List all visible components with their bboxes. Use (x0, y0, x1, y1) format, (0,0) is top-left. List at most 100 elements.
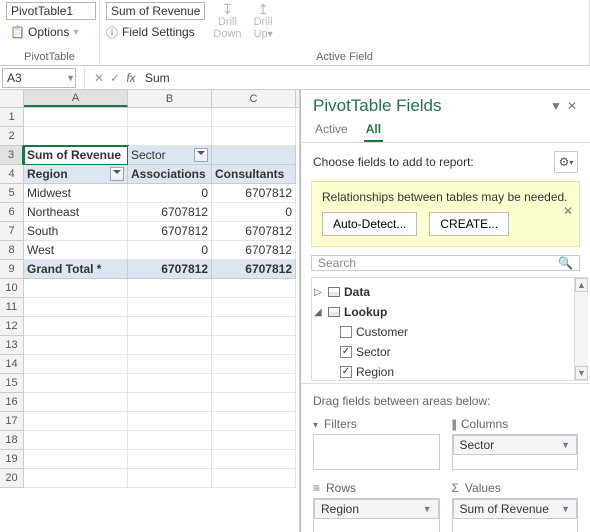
name-box-value: A3 (7, 71, 22, 85)
checkbox[interactable] (340, 326, 352, 338)
field-customer[interactable]: Customer (314, 322, 586, 342)
cell-a4[interactable]: Region (24, 165, 128, 184)
checkbox-checked[interactable]: ✓ (340, 366, 352, 378)
active-field-box[interactable]: Sum of Revenue (106, 2, 205, 20)
columns-area[interactable]: |||Columns Sector▼ (452, 414, 579, 470)
pivottable-name-box[interactable]: PivotTable1 (6, 2, 96, 20)
cell[interactable]: 6707812 (212, 184, 296, 203)
checkbox-checked[interactable]: ✓ (340, 346, 352, 358)
row-header[interactable]: 2 (0, 127, 24, 146)
row-header[interactable]: 6 (0, 203, 24, 222)
row-header[interactable]: 18 (0, 431, 24, 450)
collapse-icon[interactable]: ◢ (314, 307, 324, 318)
select-all-corner[interactable] (0, 90, 24, 107)
scrollbar[interactable]: ▲▼ (574, 278, 588, 380)
cell[interactable]: 6707812 (212, 222, 296, 241)
rows-area[interactable]: ≡Rows Region▼ (313, 478, 440, 532)
row-header[interactable]: 5 (0, 184, 24, 203)
values-area[interactable]: ΣValues Sum of Revenue▼ (452, 478, 579, 532)
name-box[interactable]: A3 ▼ (2, 68, 76, 88)
row-header[interactable]: 11 (0, 298, 24, 317)
row-header[interactable]: 14 (0, 355, 24, 374)
row-header[interactable]: 1 (0, 108, 24, 127)
filter-button[interactable] (110, 167, 124, 181)
field-settings-button[interactable]: ⓘ Field Settings (106, 22, 205, 42)
scroll-up-icon[interactable]: ▲ (575, 278, 588, 292)
cell[interactable]: Grand Total * (24, 260, 128, 279)
field-chip[interactable]: Sector▼ (453, 435, 578, 455)
row-header[interactable]: 15 (0, 374, 24, 393)
fx-icon[interactable]: fx (123, 71, 139, 85)
cell[interactable]: 0 (212, 203, 296, 222)
row-header[interactable]: 12 (0, 317, 24, 336)
col-header-a[interactable]: A (24, 90, 128, 107)
cell[interactable]: Midwest (24, 184, 128, 203)
cell[interactable]: 6707812 (128, 260, 212, 279)
close-icon[interactable]: ✕ (563, 204, 573, 218)
auto-detect-button[interactable]: Auto-Detect... (322, 212, 417, 236)
create-button[interactable]: CREATE... (429, 212, 509, 236)
field-chip[interactable]: Sum of Revenue▼ (453, 499, 578, 519)
chevron-down-icon[interactable]: ▼ (423, 504, 432, 514)
chevron-down-icon[interactable]: ▼ (66, 73, 75, 83)
worksheet[interactable]: A B C 1 2 3 Sum of Revenue Sector 4 Regi… (0, 90, 300, 532)
row-header[interactable]: 7 (0, 222, 24, 241)
cell[interactable]: West (24, 241, 128, 260)
search-placeholder: Search (318, 256, 356, 270)
row-header[interactable]: 16 (0, 393, 24, 412)
col-header-c[interactable]: C (212, 90, 296, 107)
row-header[interactable]: 10 (0, 279, 24, 298)
field-chip[interactable]: Region▼ (314, 499, 439, 519)
cell-a3[interactable]: Sum of Revenue (24, 146, 128, 165)
close-icon[interactable]: ✕ (564, 99, 580, 113)
tree-node-data[interactable]: ▷Data (314, 282, 586, 302)
cell-c4[interactable]: Consultants (212, 165, 296, 184)
row-header[interactable]: 13 (0, 336, 24, 355)
cell[interactable]: 0 (128, 241, 212, 260)
cell[interactable]: South (24, 222, 128, 241)
field-region[interactable]: ✓Region (314, 362, 586, 382)
options-button[interactable]: 📋 Options ▾ (6, 22, 82, 42)
row-header[interactable]: 4 (0, 165, 24, 184)
drag-fields-label: Drag fields between areas below: (301, 383, 590, 414)
filter-button[interactable] (194, 148, 208, 162)
field-settings-label: Field Settings (122, 25, 195, 39)
cell[interactable]: 6707812 (128, 222, 212, 241)
cell[interactable]: 6707812 (212, 241, 296, 260)
row-header[interactable]: 3 (0, 146, 24, 165)
filters-area[interactable]: Filters (313, 414, 440, 470)
col-header-b[interactable]: B (128, 90, 212, 107)
scroll-down-icon[interactable]: ▼ (575, 366, 588, 380)
options-label: Options (28, 25, 69, 39)
drill-down-button: ↧ DrillDown (209, 2, 245, 40)
tab-active[interactable]: Active (313, 118, 350, 142)
row-header[interactable]: 8 (0, 241, 24, 260)
formula-input[interactable]: Sum (139, 71, 590, 85)
row-header[interactable]: 19 (0, 450, 24, 469)
row-header[interactable]: 17 (0, 412, 24, 431)
chevron-down-icon[interactable]: ▼ (561, 440, 570, 450)
tab-all[interactable]: All (364, 118, 383, 142)
cell-b4[interactable]: Associations (128, 165, 212, 184)
pane-menu-button[interactable]: ▼ (548, 99, 564, 113)
search-input[interactable]: Search 🔍 (311, 255, 580, 271)
expand-icon[interactable]: ▷ (314, 287, 324, 298)
table-icon (328, 307, 340, 317)
cell[interactable]: 6707812 (212, 260, 296, 279)
cell[interactable]: Northeast (24, 203, 128, 222)
cell[interactable]: 6707812 (128, 203, 212, 222)
enter-icon[interactable]: ✓ (107, 71, 123, 85)
cancel-icon[interactable]: ✕ (91, 71, 107, 85)
cell-b3[interactable]: Sector (128, 146, 212, 165)
columns-icon: ||| (452, 417, 455, 431)
cell[interactable]: 0 (128, 184, 212, 203)
options-icon: 📋 (10, 25, 24, 39)
row-header[interactable]: 9 (0, 260, 24, 279)
tree-node-lookup[interactable]: ◢Lookup (314, 302, 586, 322)
field-sector[interactable]: ✓Sector (314, 342, 586, 362)
chevron-down-icon[interactable]: ▼ (561, 504, 570, 514)
row-header[interactable]: 20 (0, 469, 24, 488)
gear-icon[interactable]: ⚙▾ (554, 151, 578, 173)
drill-down-icon: ↧ (222, 2, 234, 16)
chevron-down-icon: ▾ (73, 27, 78, 38)
